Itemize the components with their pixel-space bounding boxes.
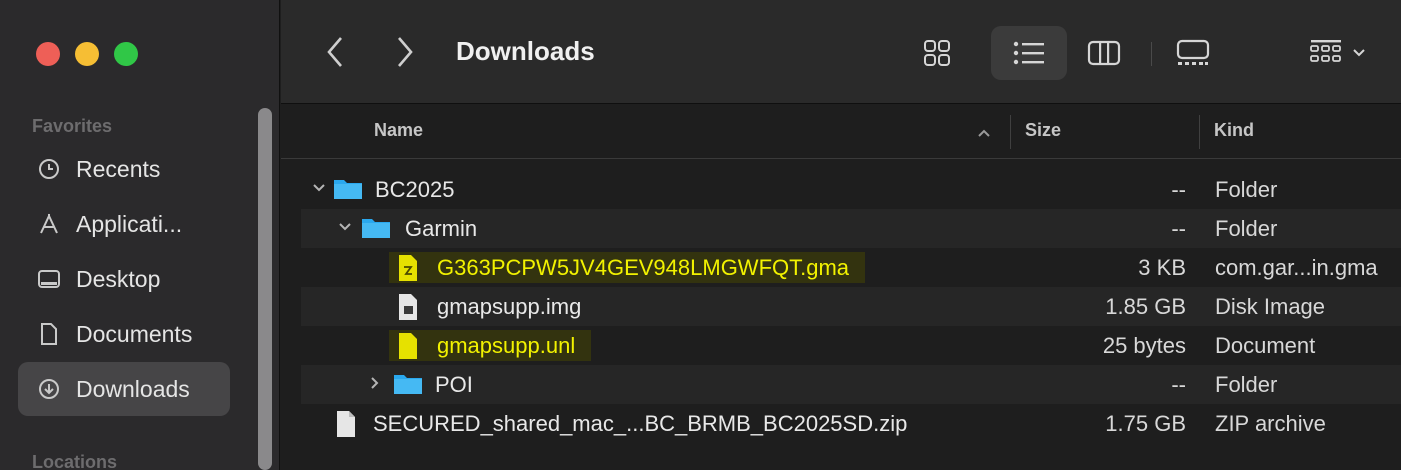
table-row[interactable]: G363PCPW5JV4GEV948LMGWFQT.gma 3 KB com.g…: [301, 248, 1401, 287]
sort-ascending-icon[interactable]: [977, 122, 991, 143]
sidebar-item-label: Downloads: [76, 375, 190, 402]
chevron-right-icon[interactable]: [367, 375, 383, 391]
toolbar-separator: [1151, 42, 1152, 66]
file-kind: Folder: [1215, 372, 1278, 397]
sidebar-item-label: Applicati...: [76, 210, 183, 237]
gallery-view-button[interactable]: [1163, 26, 1223, 80]
table-row[interactable]: gmapsupp.unl 25 bytes Document: [301, 326, 1401, 365]
window-controls: [36, 42, 138, 66]
chevron-down-icon[interactable]: [337, 219, 353, 235]
column-header-kind[interactable]: Kind: [1214, 120, 1254, 141]
file-name: BC2025: [375, 177, 455, 202]
window-title: Downloads: [456, 36, 595, 66]
column-view-button[interactable]: [1075, 26, 1133, 80]
table-row[interactable]: SECURED_shared_mac_...BC_BRMB_BC2025SD.z…: [301, 404, 1401, 443]
file-kind: Folder: [1215, 216, 1278, 241]
table-row[interactable]: gmapsupp.img 1.85 GB Disk Image: [301, 287, 1401, 326]
folder-icon: [334, 180, 362, 199]
file-kind: Document: [1215, 333, 1316, 358]
file-size: --: [1171, 216, 1186, 241]
chevron-down-icon: [1353, 49, 1365, 57]
clock-icon: [36, 156, 62, 182]
table-row[interactable]: POI -- Folder: [301, 365, 1401, 404]
file-name: gmapsupp.unl: [389, 330, 592, 361]
sidebar-scrollbar[interactable]: [258, 108, 272, 470]
list-icon: [1013, 41, 1044, 65]
chevron-right-icon: [398, 37, 413, 67]
column-header-name[interactable]: Name: [374, 120, 423, 141]
file-size: --: [1171, 372, 1186, 397]
sidebar-item-label: Recents: [76, 155, 161, 182]
desktop-icon: [36, 266, 62, 292]
column-divider[interactable]: [1199, 115, 1200, 149]
file-size: 3 KB: [1138, 255, 1186, 280]
file-size: 25 bytes: [1102, 333, 1186, 358]
file-kind: com.gar...in.gma: [1215, 255, 1378, 280]
folder-icon: [394, 375, 422, 394]
toolbar: Downloads: [281, 0, 1401, 104]
zoom-button[interactable]: [114, 42, 138, 66]
document-file-icon: [399, 333, 417, 359]
back-button[interactable]: [315, 30, 355, 74]
close-button[interactable]: [36, 42, 60, 66]
file-name: Garmin: [405, 216, 478, 241]
zip-file-icon: [337, 411, 355, 437]
group-icon: [1310, 40, 1341, 62]
file-kind: Folder: [1215, 177, 1278, 202]
sidebar-section-favorites: Favorites: [32, 116, 113, 136]
file-size: 1.85 GB: [1105, 294, 1186, 319]
column-divider[interactable]: [1010, 115, 1011, 149]
disk-image-file-icon: [399, 294, 417, 320]
file-name: G363PCPW5JV4GEV948LMGWFQT.gma: [389, 252, 866, 283]
sidebar-item-label: Desktop: [76, 265, 161, 292]
chevron-left-icon: [327, 37, 342, 67]
sidebar: Favorites Recents Applicati... Desktop D…: [0, 0, 280, 470]
grid-icon: [924, 40, 950, 66]
icon-view-button[interactable]: [909, 26, 965, 80]
file-name: SECURED_shared_mac_...BC_BRMB_BC2025SD.z…: [373, 411, 908, 436]
download-icon: [36, 376, 62, 402]
applications-icon: [36, 211, 62, 237]
file-name-container: G363PCPW5JV4GEV948LMGWFQT.gma: [389, 252, 866, 283]
sidebar-item-documents[interactable]: Documents: [18, 307, 230, 361]
columns-icon: [1087, 40, 1121, 66]
column-header: Name Size Kind: [281, 105, 1401, 159]
file-name: gmapsupp.img: [437, 294, 582, 319]
gma-file-icon: [399, 255, 417, 281]
file-kind: Disk Image: [1215, 294, 1326, 319]
column-header-size[interactable]: Size: [1025, 120, 1061, 141]
minimize-button[interactable]: [75, 42, 99, 66]
file-list: Name Size Kind BC2025 -- Folder Garmin -…: [281, 105, 1401, 470]
file-name-container: gmapsupp.unl: [389, 330, 592, 361]
file-kind: ZIP archive: [1215, 411, 1326, 436]
chevron-down-icon[interactable]: [311, 180, 327, 196]
file-size: --: [1171, 177, 1186, 202]
sidebar-item-label: Documents: [76, 320, 193, 347]
gallery-icon: [1176, 39, 1210, 65]
table-row[interactable]: BC2025 -- Folder: [301, 170, 1401, 209]
file-name: POI: [435, 372, 473, 397]
document-icon: [36, 321, 62, 347]
list-view-button[interactable]: [991, 26, 1067, 80]
file-size: 1.75 GB: [1105, 411, 1186, 436]
sidebar-item-recents[interactable]: Recents: [18, 142, 230, 196]
finder-window: Favorites Recents Applicati... Desktop D…: [0, 0, 1401, 470]
group-by-button[interactable]: [1295, 26, 1379, 80]
sidebar-item-downloads[interactable]: Downloads: [18, 362, 230, 416]
forward-button[interactable]: [385, 30, 425, 74]
table-row[interactable]: Garmin -- Folder: [301, 209, 1401, 248]
sidebar-item-desktop[interactable]: Desktop: [18, 252, 230, 306]
sidebar-item-applications[interactable]: Applicati...: [18, 197, 230, 251]
folder-icon: [362, 219, 390, 238]
sidebar-section-locations: Locations: [32, 452, 118, 470]
